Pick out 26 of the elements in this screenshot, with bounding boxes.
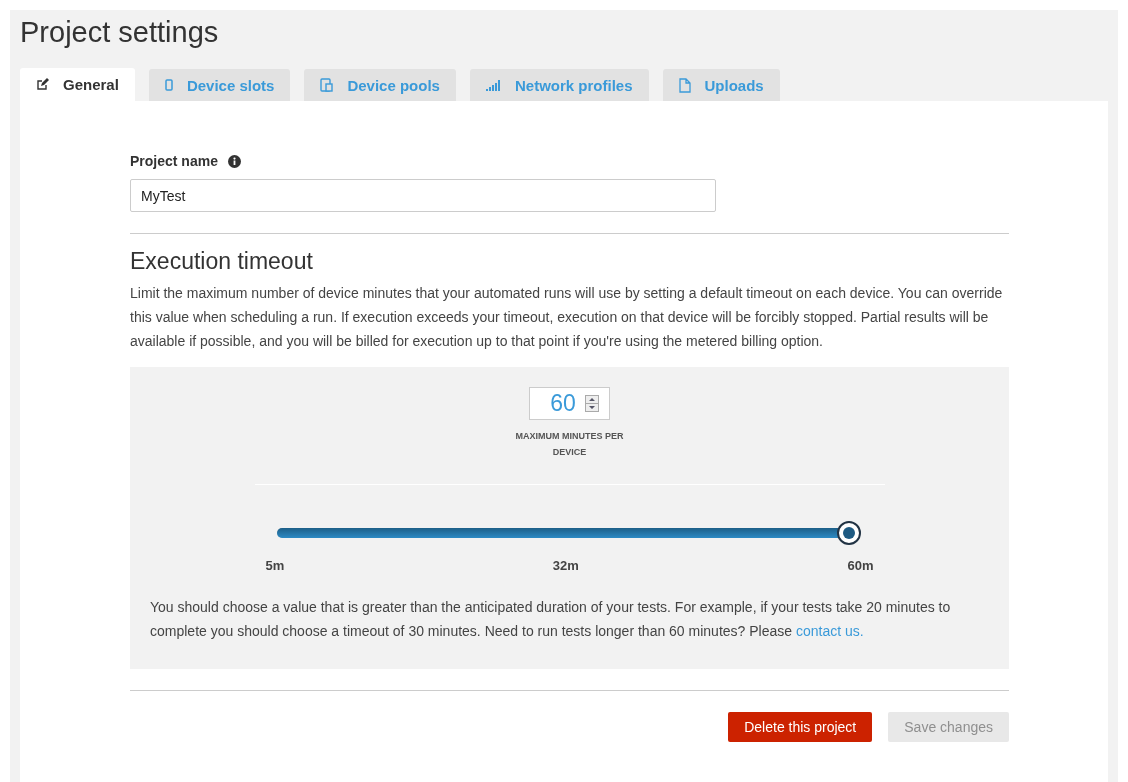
tab[interactable]: Device slots bbox=[148, 69, 291, 101]
file-icon bbox=[678, 77, 691, 93]
tab[interactable]: Device pools bbox=[304, 69, 456, 101]
tick-label: 32m bbox=[552, 558, 579, 573]
tick-label: 5m bbox=[265, 558, 285, 573]
delete-button[interactable]: Delete this project bbox=[728, 712, 873, 742]
project-name-field[interactable]: MyTest bbox=[130, 179, 716, 212]
edit-icon bbox=[36, 78, 49, 91]
field-label: Project name bbox=[130, 153, 218, 169]
page-title: Project settings bbox=[20, 15, 220, 50]
phone-icon bbox=[164, 79, 173, 91]
tab[interactable]: Network profiles bbox=[469, 69, 649, 101]
tick-label: 60m bbox=[847, 558, 874, 573]
devices-icon bbox=[320, 78, 334, 92]
help-text: You should choose a value that is greater than the anticipated duration of your tests. For example, if your tests take 20 minutes to complete you should choose a timeout of 30 minutes. Need to run tests longer than 60 minutes? Please contact us. bbox=[150, 598, 952, 641]
timeout-slider[interactable] bbox=[276, 521, 863, 545]
signal-icon bbox=[485, 79, 501, 91]
contact-link[interactable]: contact us. bbox=[795, 623, 864, 639]
tab[interactable]: Uploads bbox=[662, 69, 780, 101]
minutes-spinner[interactable]: 60 bbox=[529, 387, 610, 420]
tab[interactable]: General bbox=[20, 68, 135, 101]
info-icon bbox=[227, 154, 241, 168]
spinner-label: MAXIMUM MINUTES PER DEVICE bbox=[514, 430, 625, 459]
stepper-icon bbox=[584, 395, 599, 412]
description-text: Limit the maximum number of device minutes that your automated runs will use by setting a default timeout on each device. You can override this value when scheduling a run. If execution exceeds your timeout, execution on that device will be forcibly stopped. Partial results will be available if possible, and you will be billed for execution up to that point if you're using the metered billing option. bbox=[130, 284, 1004, 351]
section-heading: Execution timeout bbox=[130, 248, 314, 275]
